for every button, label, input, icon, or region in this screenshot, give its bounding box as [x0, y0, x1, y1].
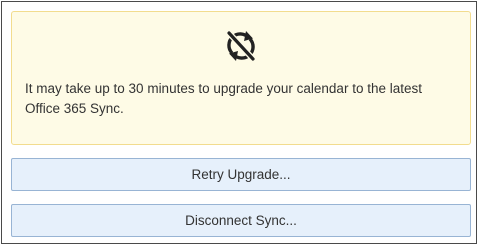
upgrade-message: It may take up to 30 minutes to upgrade …	[25, 81, 422, 116]
sync-disabled-icon	[226, 30, 256, 62]
disconnect-sync-button[interactable]: Disconnect Sync...	[11, 204, 471, 237]
retry-upgrade-button[interactable]: Retry Upgrade...	[11, 158, 471, 191]
upgrade-notice: It may take up to 30 minutes to upgrade …	[11, 11, 471, 145]
